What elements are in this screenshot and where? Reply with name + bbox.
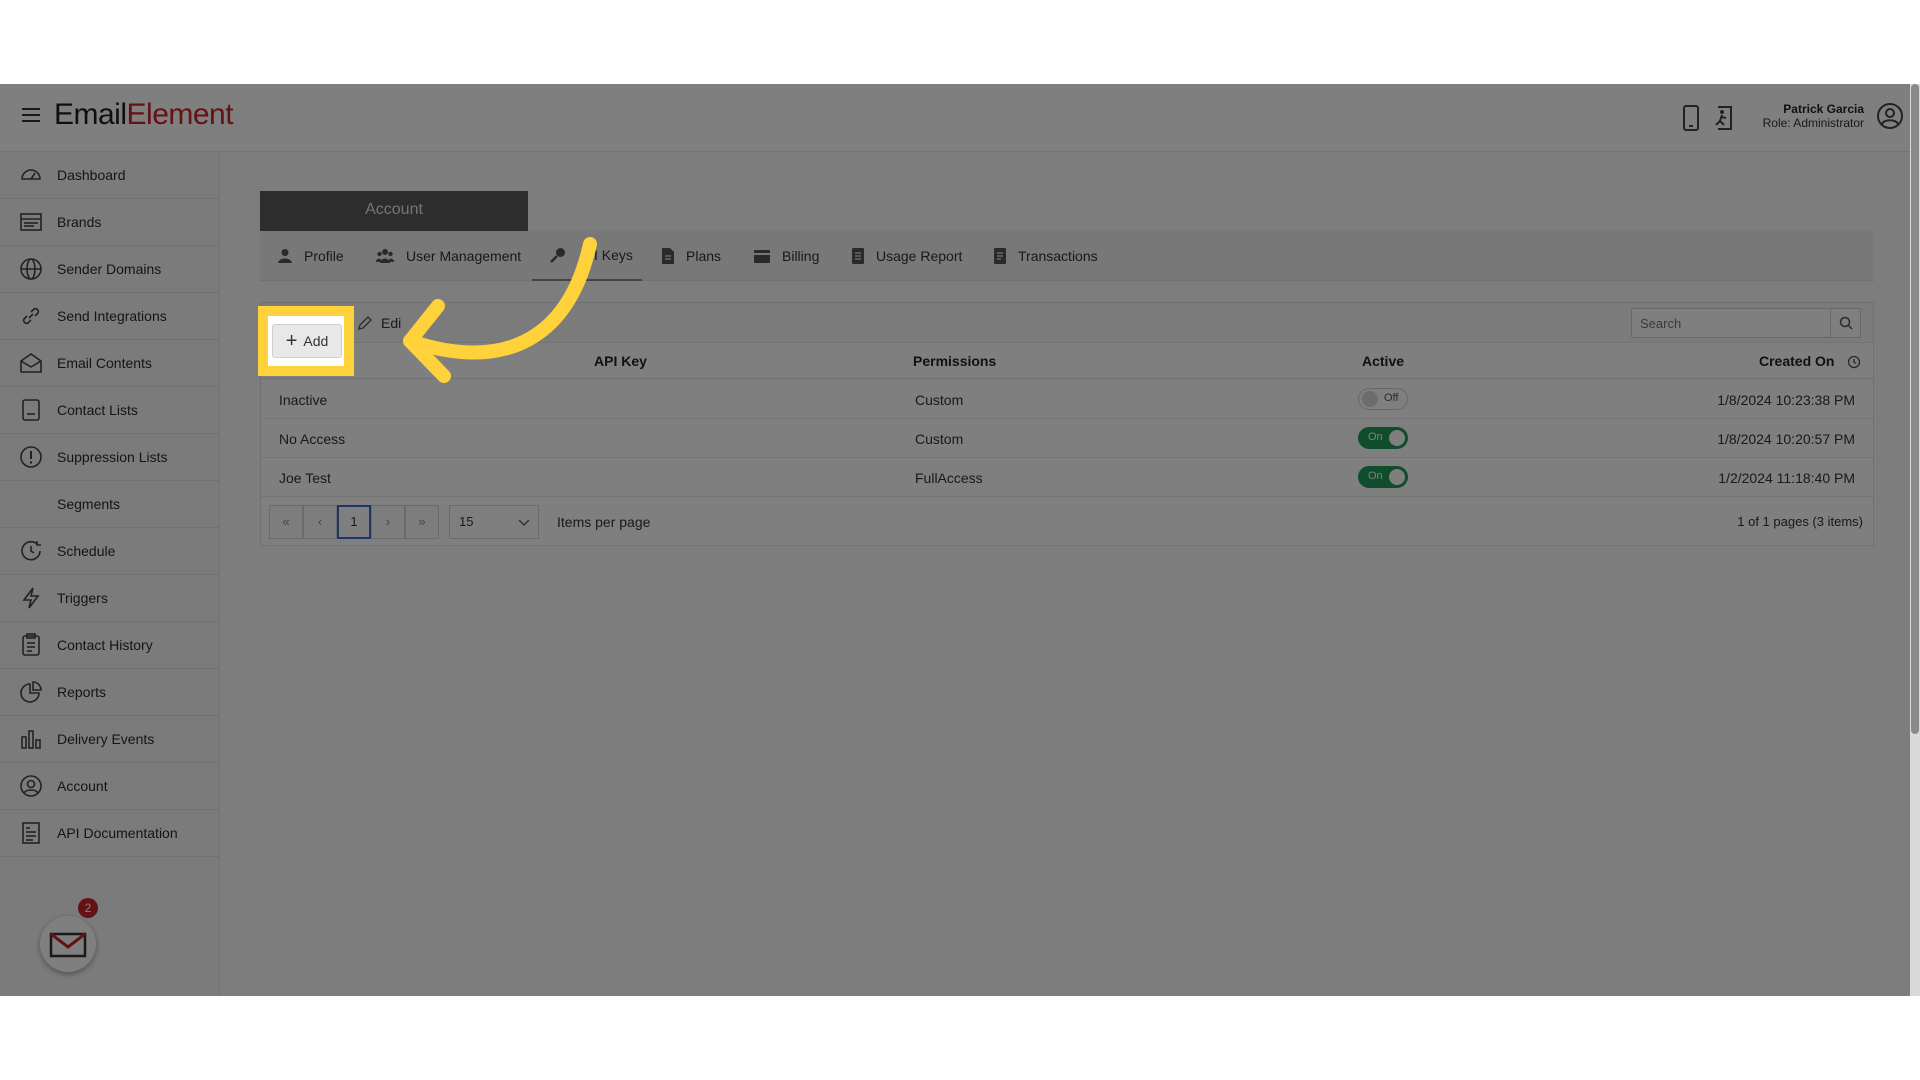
app-window: EmailElement Patrick Garcia Role: Admini…: [0, 84, 1920, 996]
tutorial-arrow-icon: [403, 237, 597, 383]
